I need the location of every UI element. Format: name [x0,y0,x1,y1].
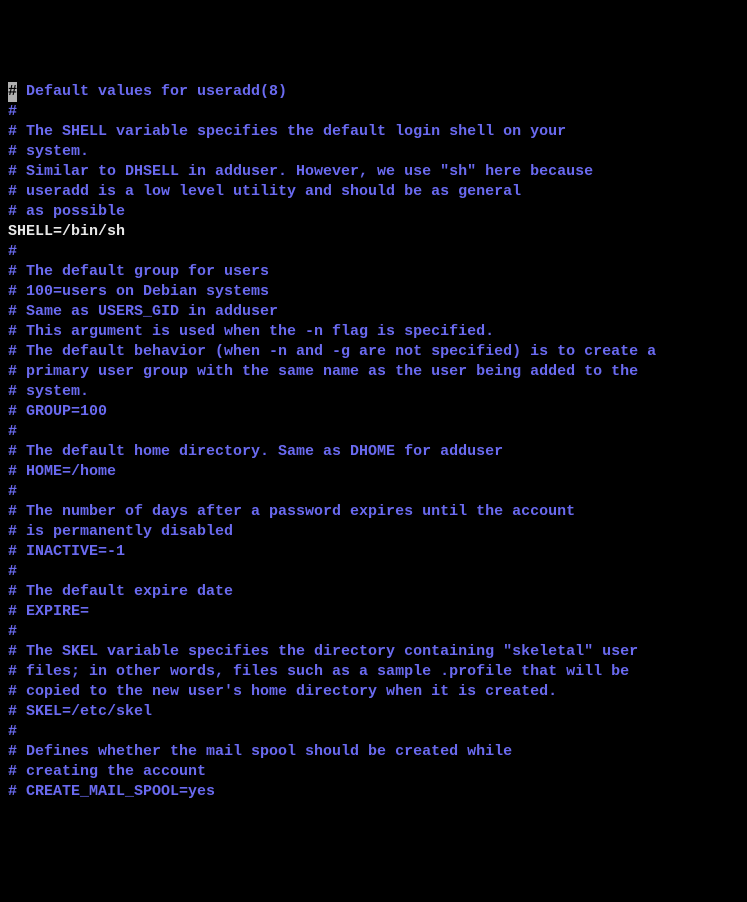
editor-line[interactable]: # [8,422,739,442]
editor-line[interactable]: # [8,242,739,262]
text-cursor: # [8,82,17,102]
editor-line[interactable]: # [8,102,739,122]
editor-line[interactable]: # [8,482,739,502]
editor-line[interactable]: # [8,622,739,642]
editor-line[interactable]: # This argument is used when the -n flag… [8,322,739,342]
editor-line[interactable]: # primary user group with the same name … [8,362,739,382]
editor-line[interactable]: # useradd is a low level utility and sho… [8,182,739,202]
editor-line[interactable]: # copied to the new user's home director… [8,682,739,702]
editor-line[interactable]: # [8,722,739,742]
editor-line[interactable]: # files; in other words, files such as a… [8,662,739,682]
editor-line[interactable]: # The default home directory. Same as DH… [8,442,739,462]
editor-line[interactable]: # INACTIVE=-1 [8,542,739,562]
editor-line[interactable]: # The default expire date [8,582,739,602]
editor-line[interactable]: # Default values for useradd(8) [8,82,739,102]
editor-line[interactable]: # is permanently disabled [8,522,739,542]
editor-line[interactable]: # Similar to DHSELL in adduser. However,… [8,162,739,182]
editor-line[interactable]: # [8,562,739,582]
editor-line[interactable]: # system. [8,142,739,162]
editor-line[interactable]: # Defines whether the mail spool should … [8,742,739,762]
editor-line[interactable]: # The SKEL variable specifies the direct… [8,642,739,662]
editor-line[interactable]: # HOME=/home [8,462,739,482]
editor-line[interactable]: # Same as USERS_GID in adduser [8,302,739,322]
editor-line[interactable]: # creating the account [8,762,739,782]
editor-line[interactable]: # EXPIRE= [8,602,739,622]
editor-line[interactable]: SHELL=/bin/sh [8,222,739,242]
editor-line[interactable]: # The SHELL variable specifies the defau… [8,122,739,142]
editor-line[interactable]: # The default behavior (when -n and -g a… [8,342,739,362]
editor-line[interactable]: # The number of days after a password ex… [8,502,739,522]
editor-line[interactable]: # as possible [8,202,739,222]
editor-line[interactable]: # 100=users on Debian systems [8,282,739,302]
editor-line[interactable]: # system. [8,382,739,402]
editor-line-text: Default values for useradd(8) [17,83,287,100]
terminal-editor-viewport[interactable]: # Default values for useradd(8)## The SH… [8,82,739,802]
editor-line[interactable]: # The default group for users [8,262,739,282]
editor-line[interactable]: # GROUP=100 [8,402,739,422]
editor-line[interactable]: # SKEL=/etc/skel [8,702,739,722]
editor-line[interactable]: # CREATE_MAIL_SPOOL=yes [8,782,739,802]
